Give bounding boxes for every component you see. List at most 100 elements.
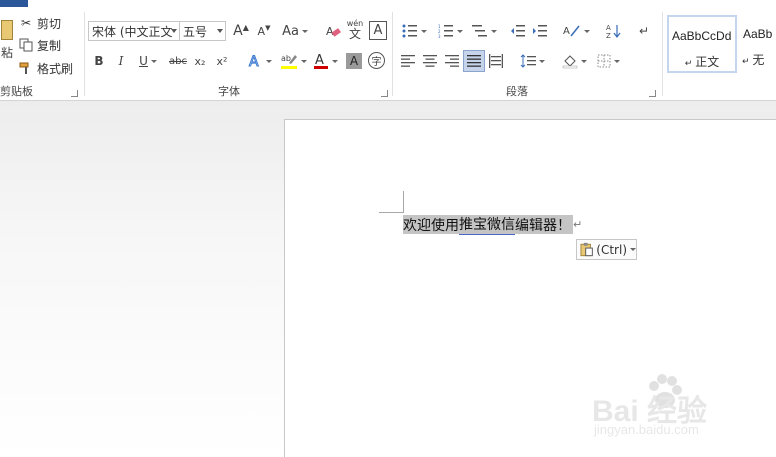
paragraph-mark: ↵ (573, 218, 583, 231)
align-center-button[interactable] (421, 51, 439, 71)
style-no-spacing-name: ↵ 无 (742, 53, 765, 67)
shrink-font-button[interactable]: A ▼ (255, 21, 273, 41)
clipboard-launcher[interactable] (71, 90, 78, 97)
margin-corner-mark (403, 191, 404, 213)
character-shading-button[interactable]: A (346, 53, 362, 69)
superscript-icon: x² (216, 54, 228, 68)
align-left-button[interactable] (399, 51, 417, 71)
highlighter-icon: ab (280, 54, 297, 69)
increase-indent-button[interactable] (531, 21, 549, 41)
numbering-button[interactable]: 123 (435, 21, 465, 41)
italic-button[interactable]: I (113, 51, 129, 71)
paste-options-label: (Ctrl) (596, 242, 627, 257)
show-formatting-marks-button[interactable]: ↵ (635, 21, 653, 41)
paint-bucket-icon (562, 55, 577, 69)
strikethrough-button[interactable]: abc (167, 51, 189, 71)
clipboard-group-label: 剪贴板 (0, 85, 33, 98)
increase-indent-icon (533, 25, 547, 37)
paragraph-launcher[interactable] (649, 90, 656, 97)
svg-text:ab: ab (281, 54, 291, 63)
style-no-spacing[interactable]: AaBb ↵ 无 (740, 15, 776, 73)
justify-button[interactable] (463, 50, 485, 72)
enclose-characters-button[interactable]: 字 (368, 52, 385, 69)
distributed-button[interactable] (487, 51, 505, 71)
superscript-button[interactable]: x² (213, 51, 231, 71)
shrink-font-icon: A (257, 24, 266, 38)
selected-text[interactable]: 欢迎使用 推宝微信 编辑器！ (403, 215, 573, 235)
style-normal[interactable]: AaBbCcDd ↵ 正文 (667, 15, 737, 73)
svg-text:Z: Z (606, 32, 611, 39)
svg-text:3: 3 (438, 34, 441, 38)
decrease-indent-button[interactable] (509, 21, 527, 41)
text-plain: 欢迎使用 (403, 217, 459, 234)
watermark: Bai 经验 jingyan.baidu.com (592, 372, 772, 442)
text-effects-button[interactable]: A (245, 51, 273, 71)
margin-corner-mark (379, 212, 403, 213)
decrease-indent-icon (511, 25, 525, 37)
svg-text:A: A (315, 53, 324, 68)
character-border-button[interactable]: A (369, 21, 387, 40)
svg-text:A: A (326, 25, 334, 38)
font-group: 宋体 (中文正文 五号 A ▲ A ▼ Aa A wén 文 A B I U a… (85, 7, 392, 101)
change-case-button[interactable]: Aa (281, 21, 309, 41)
multilevel-list-icon (471, 25, 487, 37)
shading-button[interactable] (559, 51, 589, 71)
font-launcher[interactable] (381, 90, 388, 97)
paste-options-button[interactable]: (Ctrl) (576, 239, 637, 260)
font-color-button[interactable]: A (311, 51, 339, 71)
paragraph-group: 123 A AZ ↵ 段落 (393, 7, 662, 101)
change-case-icon: Aa (282, 23, 299, 39)
distributed-icon (489, 54, 503, 68)
svg-text:A: A (563, 26, 570, 37)
align-center-icon (423, 55, 437, 67)
chevron-down-icon (217, 29, 223, 33)
font-color-icon: A (313, 53, 328, 69)
underline-button[interactable]: U (135, 51, 161, 71)
text-tail: 编辑器！ (515, 217, 571, 234)
grow-font-button[interactable]: A ▲ (232, 21, 250, 41)
phonetic-char: 文 (348, 27, 361, 41)
subscript-button[interactable]: x₂ (191, 51, 209, 71)
underline-icon: U (139, 54, 148, 68)
subscript-icon: x₂ (194, 54, 206, 68)
scissors-icon: ✂ (20, 16, 32, 30)
font-size-combo[interactable]: 五号 (179, 21, 226, 41)
file-tab-edge[interactable] (0, 0, 28, 7)
paste-button[interactable]: 粘 (0, 15, 14, 65)
multilevel-list-button[interactable] (469, 21, 499, 41)
align-right-icon (445, 55, 459, 67)
text-effects-icon: A (248, 54, 259, 70)
borders-icon (597, 54, 610, 68)
clear-formatting-button[interactable]: A (324, 21, 342, 41)
bullet-list-icon (402, 24, 417, 38)
cut-button[interactable]: ✂ 剪切 (18, 13, 61, 33)
cut-label: 剪切 (37, 16, 62, 31)
chinese-layout-icon: A (563, 25, 580, 37)
separator (662, 12, 663, 96)
clipboard-icon (580, 242, 593, 257)
enclose-characters-icon: 字 (371, 57, 382, 68)
font-size-value: 五号 (183, 24, 208, 39)
font-name-value: 宋体 (中文正文 (92, 24, 173, 39)
paragraph-group-label: 段落 (506, 85, 528, 98)
font-name-combo[interactable]: 宋体 (中文正文 (88, 21, 180, 41)
line-spacing-icon (520, 54, 536, 68)
style-normal-name: ↵ 正文 (684, 55, 720, 69)
phonetic-guide-button[interactable]: wén 文 (345, 18, 365, 42)
brush-icon (18, 60, 34, 76)
font-group-label: 字体 (218, 85, 240, 98)
sort-button[interactable]: AZ (605, 21, 623, 41)
align-right-button[interactable] (443, 51, 461, 71)
chinese-layout-button[interactable]: A (561, 21, 591, 41)
paste-icon (1, 19, 13, 40)
highlight-button[interactable]: ab (278, 51, 308, 71)
bullets-button[interactable] (399, 21, 429, 41)
copy-button[interactable]: 复制 (18, 35, 61, 55)
svg-text:A: A (249, 54, 259, 69)
numbered-list-icon: 123 (438, 24, 453, 38)
copy-label: 复制 (37, 38, 62, 53)
format-painter-button[interactable]: 格式刷 (18, 58, 73, 78)
bold-button[interactable]: B (91, 51, 107, 71)
line-spacing-button[interactable] (517, 51, 547, 71)
borders-button[interactable] (593, 51, 623, 71)
